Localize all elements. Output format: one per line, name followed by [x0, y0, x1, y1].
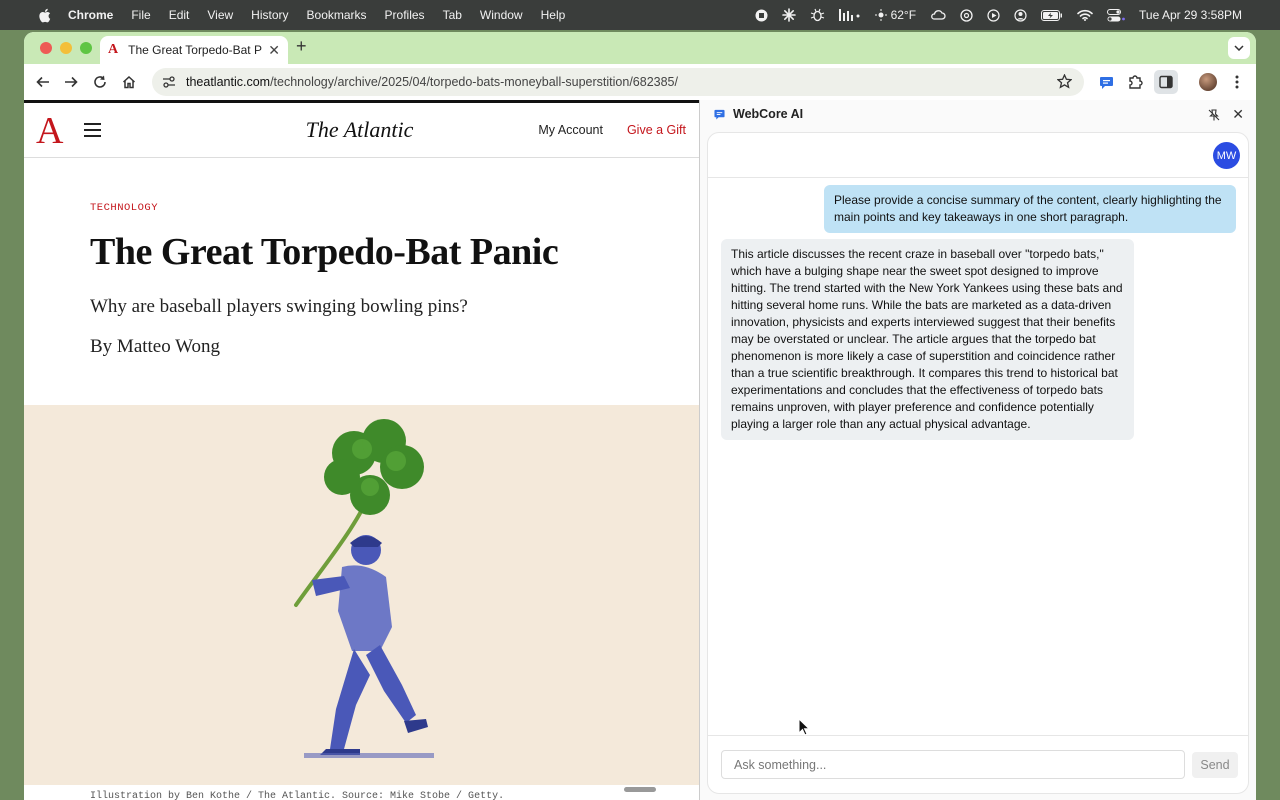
url-text[interactable]: theatlantic.com/technology/archive/2025/… — [186, 75, 678, 89]
url-host: theatlantic.com — [186, 75, 271, 89]
minimize-window-button[interactable] — [60, 42, 72, 54]
menu-window[interactable]: Window — [480, 8, 523, 22]
chat-input[interactable] — [721, 750, 1185, 779]
menu-app-name[interactable]: Chrome — [68, 8, 113, 22]
panel-header: WebCore AI ✕ — [700, 100, 1256, 128]
mouse-cursor-icon — [798, 717, 811, 741]
article-headline: The Great Torpedo-Bat Panic — [90, 231, 559, 273]
audio-levels-icon[interactable] — [839, 8, 861, 22]
extensions-puzzle-icon[interactable] — [1125, 72, 1145, 92]
side-panel-toggle-button[interactable] — [1154, 70, 1178, 94]
webcore-ai-side-panel: WebCore AI ✕ MW Please provide a concise… — [700, 100, 1256, 800]
clock-datetime[interactable]: Tue Apr 29 3:58PM — [1139, 8, 1242, 22]
tab-strip: A The Great Torpedo-Bat Panic ✕ + — [24, 32, 1256, 64]
tab-search-button[interactable] — [1228, 37, 1250, 59]
close-window-button[interactable] — [40, 42, 52, 54]
battery-icon[interactable] — [1041, 9, 1063, 21]
window-controls — [40, 42, 92, 54]
home-icon — [122, 75, 136, 89]
chrome-menu-kebab-icon[interactable] — [1227, 72, 1247, 92]
close-panel-icon[interactable]: ✕ — [1232, 106, 1244, 123]
menu-view[interactable]: View — [207, 8, 233, 22]
tab-title: The Great Torpedo-Bat Panic — [128, 43, 262, 57]
image-caption: Illustration by Ben Kothe / The Atlantic… — [90, 791, 505, 800]
browser-window: A The Great Torpedo-Bat Panic ✕ + theatl… — [24, 32, 1256, 800]
cloud-icon[interactable] — [930, 9, 946, 21]
menu-help[interactable]: Help — [541, 8, 566, 22]
chevron-down-icon — [1234, 45, 1244, 51]
my-account-link[interactable]: My Account — [538, 123, 603, 137]
control-center-icon[interactable] — [1107, 8, 1125, 22]
close-tab-icon[interactable]: ✕ — [268, 42, 280, 59]
new-tab-button[interactable]: + — [296, 36, 307, 57]
profile-avatar[interactable] — [1198, 72, 1218, 92]
back-button[interactable] — [34, 73, 52, 91]
tab-active[interactable]: A The Great Torpedo-Bat Panic ✕ — [100, 36, 288, 64]
webcore-ai-extension-icon[interactable] — [1096, 72, 1116, 92]
article-byline[interactable]: By Matteo Wong — [90, 336, 699, 358]
send-button[interactable]: Send — [1192, 752, 1238, 778]
article-dek: Why are baseball players swinging bowlin… — [90, 296, 468, 317]
section-label[interactable]: TECHNOLOGY — [90, 202, 699, 214]
arrow-right-icon — [65, 76, 78, 88]
claude-icon[interactable] — [782, 8, 797, 22]
ai-response-bubble: This article discusses the recent craze … — [721, 239, 1134, 440]
user-message-bubble: Please provide a concise summary of the … — [824, 185, 1236, 233]
chat-container: MW Please provide a concise summary of t… — [707, 132, 1249, 794]
play-icon[interactable] — [987, 8, 1000, 22]
reload-button[interactable] — [91, 73, 109, 91]
atlantic-favicon-icon: A — [108, 42, 119, 57]
weather-temp: 62°F — [890, 8, 917, 22]
macos-menu-bar: Chrome File Edit View History Bookmarks … — [0, 0, 1280, 30]
status-area: 62°F Tue Apr 29 3:58PM — [755, 0, 1242, 30]
webcore-ai-icon — [714, 109, 725, 120]
arrow-left-icon — [36, 76, 49, 88]
side-panel-icon — [1159, 75, 1173, 89]
article-header: TECHNOLOGY The Great Torpedo-Bat Panic W… — [24, 158, 699, 358]
browser-toolbar: theatlantic.com/technology/archive/2025/… — [24, 64, 1256, 100]
menu-profiles[interactable]: Profiles — [385, 8, 425, 22]
wifi-icon[interactable] — [1077, 9, 1093, 21]
user-account-icon[interactable] — [1014, 8, 1027, 22]
chat-header: MW — [708, 133, 1248, 178]
bug-icon[interactable] — [810, 8, 825, 22]
forward-button[interactable] — [62, 73, 80, 91]
chat-input-area: Send — [708, 735, 1248, 793]
menu-file[interactable]: File — [131, 8, 150, 22]
site-settings-icon[interactable] — [160, 73, 178, 91]
give-a-gift-link[interactable]: Give a Gift — [627, 123, 686, 137]
reload-icon — [94, 75, 106, 88]
address-bar[interactable]: theatlantic.com/technology/archive/2025/… — [152, 68, 1084, 96]
menu-bookmarks[interactable]: Bookmarks — [307, 8, 367, 22]
webpage-content: A The Atlantic My Account Give a Gift TE… — [24, 100, 699, 800]
hero-illustration — [24, 405, 699, 785]
site-header: A The Atlantic My Account Give a Gift — [24, 103, 699, 158]
unpin-icon[interactable] — [1208, 108, 1220, 126]
user-avatar[interactable]: MW — [1213, 142, 1240, 169]
menu-tab[interactable]: Tab — [443, 8, 462, 22]
panel-title: WebCore AI — [733, 107, 804, 121]
record-icon[interactable] — [755, 9, 768, 22]
zoom-window-button[interactable] — [80, 42, 92, 54]
url-path: /technology/archive/2025/04/torpedo-bats… — [270, 75, 678, 89]
menu-history[interactable]: History — [251, 8, 288, 22]
home-button[interactable] — [120, 73, 138, 91]
apple-icon[interactable] — [38, 8, 54, 23]
scroll-indicator[interactable] — [624, 787, 656, 792]
weather-sun-icon[interactable]: 62°F — [875, 8, 916, 22]
menu-edit[interactable]: Edit — [169, 8, 190, 22]
bookmark-star-icon[interactable] — [1056, 73, 1073, 94]
openai-icon[interactable] — [960, 8, 973, 22]
baseball-player-clover-illustration — [294, 419, 434, 758]
